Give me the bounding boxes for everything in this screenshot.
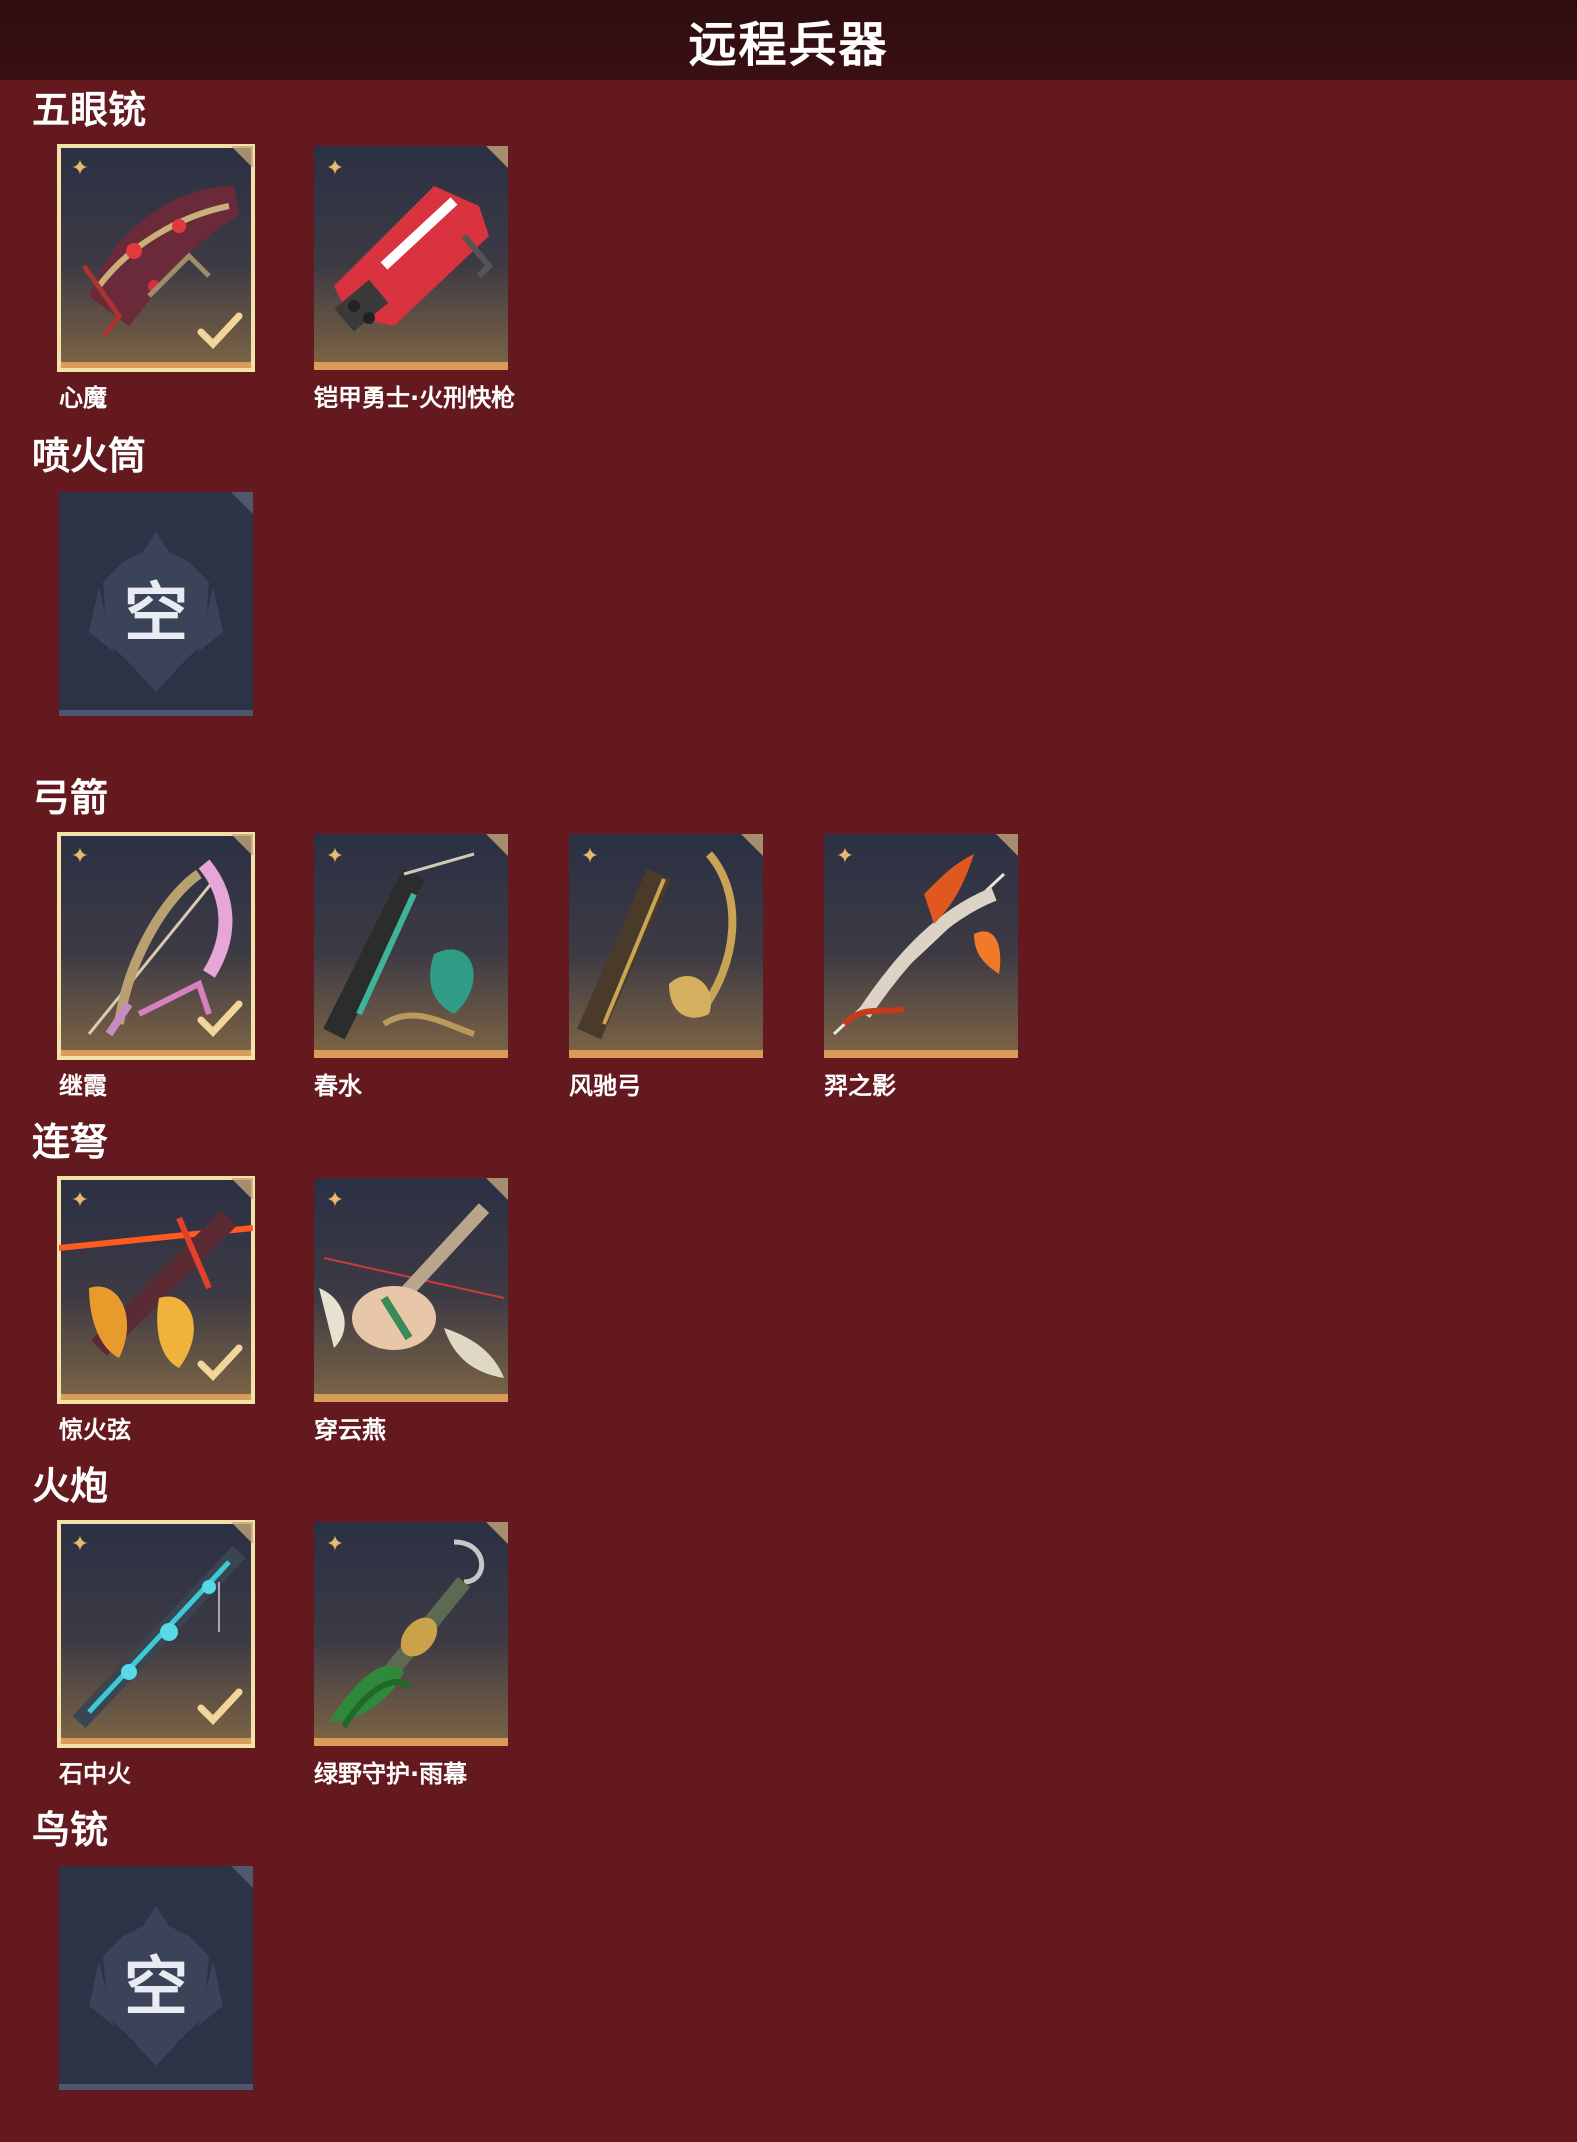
- rarity-star-icon: ✦: [835, 844, 855, 869]
- weapon-card[interactable]: ✦: [314, 146, 508, 370]
- weapon-name: 绿野守护·雨幕: [314, 1760, 468, 1788]
- equipped-check-icon: [197, 1344, 243, 1382]
- weapon-item-armor-gun[interactable]: ✦ 铠甲勇士·火刑快枪: [314, 146, 515, 412]
- rarity-star-icon: ✦: [325, 156, 345, 181]
- weapon-card[interactable]: ✦: [57, 1520, 255, 1748]
- weapon-item-yizhiying[interactable]: ✦ 羿之影: [824, 834, 1018, 1100]
- weapon-name: 石中火: [59, 1760, 131, 1788]
- weapon-name: 羿之影: [824, 1072, 896, 1100]
- rarity-star-icon: ✦: [70, 1188, 90, 1213]
- weapon-card[interactable]: ✦: [57, 832, 255, 1060]
- weapon-item-chunshui[interactable]: ✦ 春水: [314, 834, 508, 1100]
- rarity-star-icon: ✦: [325, 844, 345, 869]
- weapon-item-jixia[interactable]: ✦ 继霞: [57, 832, 255, 1100]
- weapon-item-fengchi[interactable]: ✦ 风驰弓: [569, 834, 763, 1100]
- weapon-name: 惊火弦: [59, 1416, 131, 1444]
- empty-label: 空: [124, 1951, 188, 2025]
- rarity-star-icon: ✦: [325, 1532, 345, 1557]
- section-title: 喷火筒: [32, 434, 147, 478]
- weapon-card[interactable]: ✦: [314, 1522, 508, 1746]
- rarity-star-icon: ✦: [70, 1532, 90, 1557]
- section-title: 弓箭: [32, 776, 109, 820]
- weapon-item-chuanyunyan[interactable]: ✦ 穿云燕: [314, 1178, 508, 1444]
- equipped-check-icon: [197, 1000, 243, 1038]
- weapon-item-jinghuoxian[interactable]: ✦ 惊火弦: [57, 1176, 255, 1444]
- empty-slot[interactable]: 空: [59, 492, 253, 754]
- empty-label: 空: [124, 577, 188, 651]
- weapon-card[interactable]: ✦: [569, 834, 763, 1058]
- rarity-star-icon: ✦: [70, 844, 90, 869]
- weapon-card[interactable]: ✦: [57, 1176, 255, 1404]
- empty-slot[interactable]: 空: [59, 1866, 253, 2128]
- weapon-item-lvye[interactable]: ✦ 绿野守护·雨幕: [314, 1522, 508, 1788]
- section-title: 火炮: [32, 1464, 109, 1508]
- weapon-item-xinmo[interactable]: ✦ 心魔: [57, 144, 255, 412]
- rarity-star-icon: ✦: [70, 156, 90, 181]
- weapon-card[interactable]: ✦: [824, 834, 1018, 1058]
- weapon-card[interactable]: ✦: [314, 834, 508, 1058]
- section-title: 五眼铳: [32, 88, 147, 132]
- empty-card[interactable]: 空: [59, 492, 253, 716]
- weapon-item-shizhonghuo[interactable]: ✦ 石中火: [57, 1520, 255, 1788]
- weapon-name: 穿云燕: [314, 1416, 386, 1444]
- weapon-name: 风驰弓: [569, 1072, 641, 1100]
- weapon-card[interactable]: ✦: [314, 1178, 508, 1402]
- page-header: 远程兵器: [0, 0, 1577, 80]
- section-title: 连弩: [32, 1120, 109, 1164]
- equipped-check-icon: [197, 312, 243, 350]
- page-title: 远程兵器: [688, 17, 889, 73]
- rarity-star-icon: ✦: [325, 1188, 345, 1213]
- section-title: 鸟铳: [32, 1808, 109, 1852]
- weapon-name: 心魔: [59, 384, 107, 412]
- weapon-name: 春水: [314, 1072, 362, 1100]
- empty-card[interactable]: 空: [59, 1866, 253, 2090]
- equipped-check-icon: [197, 1688, 243, 1726]
- weapon-name: 铠甲勇士·火刑快枪: [314, 384, 516, 412]
- weapon-name: 继霞: [59, 1072, 107, 1100]
- rarity-star-icon: ✦: [580, 844, 600, 869]
- weapon-card[interactable]: ✦: [57, 144, 255, 372]
